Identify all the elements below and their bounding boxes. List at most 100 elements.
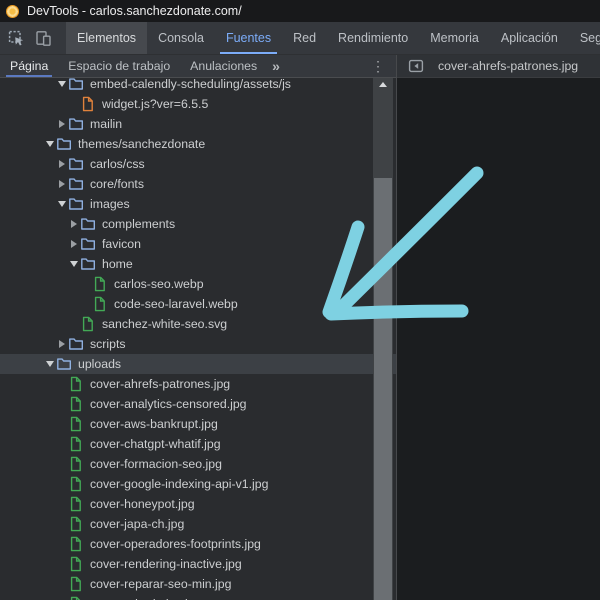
window-title: DevTools - carlos.sanchezdonate.com/ xyxy=(27,4,242,18)
tree-item-label: cover-analytics-censored.jpg xyxy=(90,397,247,411)
tree-folder[interactable]: themes/sanchezdonate xyxy=(0,134,396,154)
folder-icon xyxy=(56,356,72,372)
collapse-arrow-icon[interactable] xyxy=(44,361,56,367)
hide-navigator-icon[interactable] xyxy=(408,58,424,74)
image-file-icon xyxy=(68,416,84,432)
tree-file[interactable]: cover-aws-bankrupt.jpg xyxy=(0,414,396,434)
more-tabs-chevron-icon[interactable]: » xyxy=(267,58,283,74)
tree-item-label: scripts xyxy=(90,337,126,351)
panel-tabs: Elementos Consola Fuentes Red Rendimiento Mem… xyxy=(66,22,600,54)
tree-folder[interactable]: uploads xyxy=(0,354,396,374)
tab-consola[interactable]: Consola xyxy=(147,22,215,54)
inspect-icon[interactable] xyxy=(3,25,30,51)
folder-icon xyxy=(56,136,72,152)
editor-tab-label[interactable]: cover-ahrefs-patrones.jpg xyxy=(438,59,578,73)
folder-icon xyxy=(68,78,84,92)
collapse-arrow-icon[interactable] xyxy=(44,141,56,147)
tab-rendimiento[interactable]: Rendimiento xyxy=(327,22,419,54)
tree-folder[interactable]: scripts xyxy=(0,334,396,354)
tree-file[interactable]: cover-reparar-seo-min.jpg xyxy=(0,574,396,594)
tree-file[interactable]: cover-japa-ch.jpg xyxy=(0,514,396,534)
tree-file[interactable]: cover-honeypot.jpg xyxy=(0,494,396,514)
scroll-up-arrow-icon[interactable] xyxy=(373,78,393,91)
tree-item-label: cover-formacion-seo.jpg xyxy=(90,457,222,471)
tree-folder[interactable]: embed-calendly-scheduling/assets/js xyxy=(0,78,396,94)
folder-icon xyxy=(68,336,84,352)
expand-arrow-icon[interactable] xyxy=(56,180,68,188)
tree-file[interactable]: code-seo-laravel.webp xyxy=(0,294,396,314)
tree-file[interactable]: cover-analytics-censored.jpg xyxy=(0,394,396,414)
expand-arrow-icon[interactable] xyxy=(68,220,80,228)
file-navigator: embed-calendly-scheduling/assets/js widge… xyxy=(0,78,397,600)
window-titlebar: DevTools - carlos.sanchezdonate.com/ xyxy=(0,0,600,22)
tree-item-label: code-seo-laravel.webp xyxy=(114,297,238,311)
expand-arrow-icon[interactable] xyxy=(56,340,68,348)
tree-item-label: cover-honeypot.jpg xyxy=(90,497,195,511)
image-file-icon xyxy=(80,316,96,332)
tree-item-label: cover-google-indexing-api-v1.jpg xyxy=(90,477,269,491)
tree-folder[interactable]: home xyxy=(0,254,396,274)
image-file-icon xyxy=(68,396,84,412)
kebab-menu-icon[interactable]: ⋮ xyxy=(371,59,385,73)
tree-file[interactable]: cover-google-indexing-api-v1.jpg xyxy=(0,474,396,494)
tree-file[interactable]: widget.js?ver=6.5.5 xyxy=(0,94,396,114)
collapse-arrow-icon[interactable] xyxy=(56,201,68,207)
navigator-tabbar: Página Espacio de trabajo Anulaciones » ⋮ xyxy=(0,55,397,78)
toolbar-icon-group xyxy=(0,22,60,54)
tree-file[interactable]: cover-rendering-inactive.jpg xyxy=(0,554,396,574)
nav-tab-espacio-de-trabajo[interactable]: Espacio de trabajo xyxy=(58,55,180,77)
expand-arrow-icon[interactable] xyxy=(56,120,68,128)
tree-item-label: mailin xyxy=(90,117,123,131)
folder-icon xyxy=(68,156,84,172)
tab-segu[interactable]: Segu xyxy=(569,22,600,54)
navigator-scrollbar[interactable] xyxy=(373,78,393,600)
nav-tab-p-gina[interactable]: Página xyxy=(0,55,58,77)
tree-folder[interactable]: favicon xyxy=(0,234,396,254)
image-file-icon xyxy=(68,376,84,392)
folder-icon xyxy=(68,176,84,192)
image-file-icon xyxy=(92,276,108,292)
tab-memoria[interactable]: Memoria xyxy=(419,22,490,54)
image-file-icon xyxy=(92,296,108,312)
tree-item-label: cover-chatgpt-whatif.jpg xyxy=(90,437,221,451)
tree-file[interactable]: carlos-seo.webp xyxy=(0,274,396,294)
collapse-arrow-icon[interactable] xyxy=(56,81,68,87)
tree-item-label: complements xyxy=(102,217,176,231)
tree-folder[interactable]: mailin xyxy=(0,114,396,134)
tab-red[interactable]: Red xyxy=(282,22,327,54)
tree-file[interactable]: cover-operadores-footprints.jpg xyxy=(0,534,396,554)
tree-item-label: themes/sanchezdonate xyxy=(78,137,206,151)
tree-file[interactable]: cover-ahrefs-patrones.jpg xyxy=(0,374,396,394)
script-file-icon xyxy=(80,96,96,112)
tab-fuentes[interactable]: Fuentes xyxy=(215,22,282,54)
image-file-icon xyxy=(68,596,84,600)
tree-folder[interactable]: carlos/css xyxy=(0,154,396,174)
tree-folder[interactable]: images xyxy=(0,194,396,214)
folder-icon xyxy=(80,216,96,232)
tree-item-label: images xyxy=(90,197,130,211)
tree-folder[interactable]: complements xyxy=(0,214,396,234)
image-file-icon xyxy=(68,576,84,592)
tab-aplicaci-n[interactable]: Aplicación xyxy=(490,22,569,54)
expand-arrow-icon[interactable] xyxy=(56,160,68,168)
collapse-arrow-icon[interactable] xyxy=(68,261,80,267)
tree-item-label: cover-aws-bankrupt.jpg xyxy=(90,417,218,431)
scrollbar-thumb[interactable] xyxy=(374,178,392,600)
nav-tab-anulaciones[interactable]: Anulaciones xyxy=(180,55,267,77)
tree-file[interactable]: cover-url-relative.jpg xyxy=(0,594,396,600)
tree-file[interactable]: cover-formacion-seo.jpg xyxy=(0,454,396,474)
device-toolbar-icon[interactable] xyxy=(30,25,57,51)
devtools-window: DevTools - carlos.sanchezdonate.com/ Ele… xyxy=(0,0,600,600)
tree-folder[interactable]: core/fonts xyxy=(0,174,396,194)
file-tree: embed-calendly-scheduling/assets/js widge… xyxy=(0,78,396,600)
tree-item-label: uploads xyxy=(78,357,122,371)
secondary-bar: Página Espacio de trabajo Anulaciones » ⋮ … xyxy=(0,55,600,78)
tree-item-label: embed-calendly-scheduling/assets/js xyxy=(90,78,291,91)
tree-file[interactable]: sanchez-white-seo.svg xyxy=(0,314,396,334)
tree-file[interactable]: cover-chatgpt-whatif.jpg xyxy=(0,434,396,454)
main-toolbar: Elementos Consola Fuentes Red Rendimiento Mem… xyxy=(0,22,600,55)
expand-arrow-icon[interactable] xyxy=(68,240,80,248)
tab-elementos[interactable]: Elementos xyxy=(66,22,148,54)
editor-pane[interactable] xyxy=(397,78,600,600)
image-file-icon xyxy=(68,496,84,512)
